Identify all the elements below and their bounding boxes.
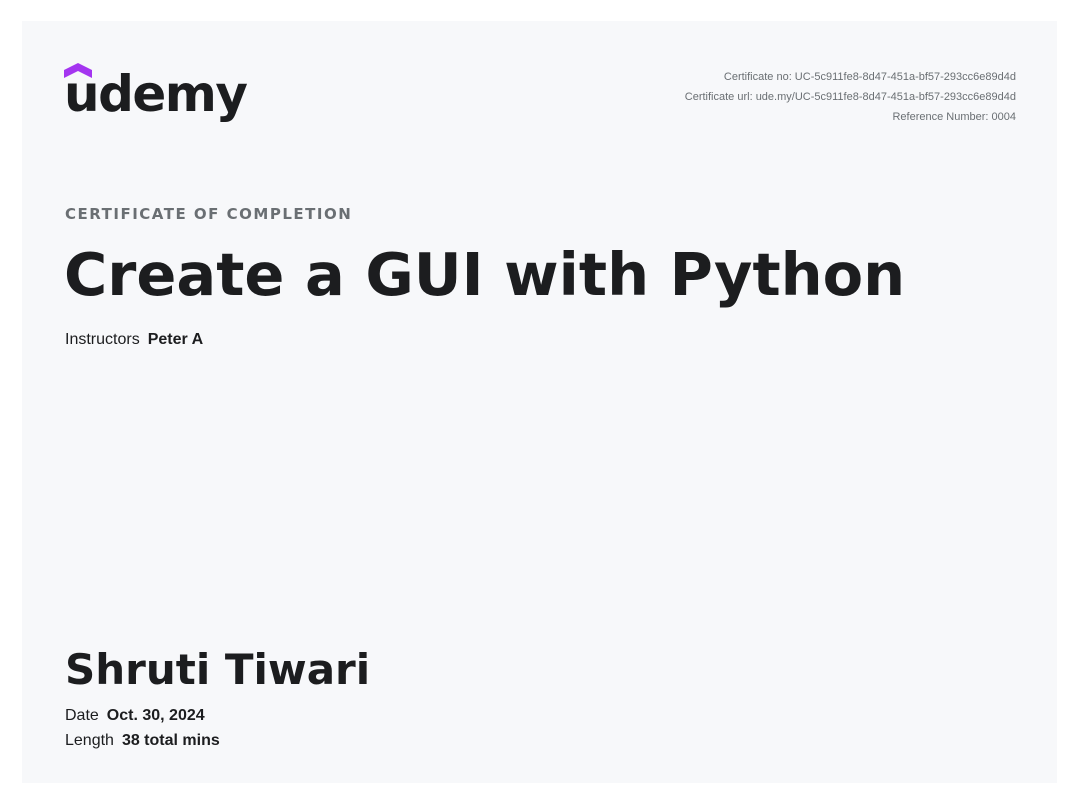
date-label: Date (65, 707, 99, 724)
udemy-logo: udemy (64, 63, 248, 135)
certificate-url: Certificate url: ude.my/UC-5c911fe8-8d47… (684, 91, 1016, 103)
length-label: Length (65, 732, 114, 749)
certificate-meta: Certificate no: UC-5c911fe8-8d47-451a-bf… (685, 67, 1016, 127)
certificate-page: udemy Certificate no: UC-5c911fe8-8d47-4… (22, 21, 1057, 783)
instructors-row: Instructors Peter A (65, 331, 203, 349)
recipient-name: Shruti Tiwari (65, 645, 371, 694)
instructors-value: Peter A (147, 331, 204, 348)
instructors-label: Instructors (65, 331, 140, 348)
logo-wordmark: udemy (64, 65, 248, 123)
reference-number: Reference Number: 0004 (892, 111, 1016, 123)
certificate-heading: CERTIFICATE OF COMPLETION (65, 205, 353, 223)
course-title: Create a GUI with Python (64, 240, 906, 309)
length-row: Length 38 total mins (65, 732, 220, 750)
length-value: 38 total mins (121, 732, 220, 749)
date-value: Oct. 30, 2024 (106, 707, 205, 724)
certificate-number: Certificate no: UC-5c911fe8-8d47-451a-bf… (723, 71, 1016, 83)
date-row: Date Oct. 30, 2024 (65, 707, 205, 725)
